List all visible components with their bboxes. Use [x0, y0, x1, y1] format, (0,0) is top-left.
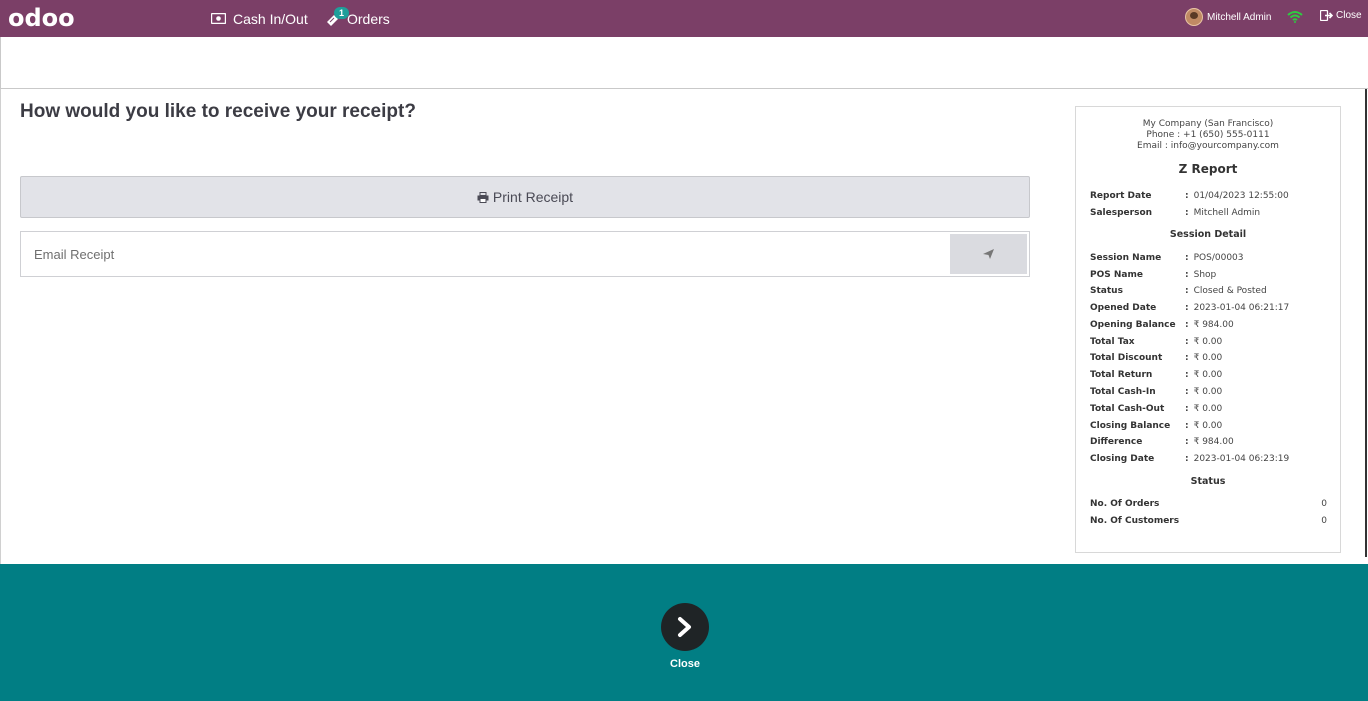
row-label: Total Cash-Out [1090, 404, 1165, 414]
print-receipt-label: Print Receipt [492, 189, 574, 205]
orders-button[interactable]: 1 Orders [325, 0, 390, 37]
session-row: Closing Date 2023-01-04 06:23:19 [1090, 454, 1330, 468]
send-email-button[interactable] [950, 234, 1027, 274]
close-button-label: Close [670, 658, 700, 670]
row-value: Closed & Posted [1185, 286, 1267, 296]
company-phone: Phone : +1 (650) 555-0111 [1146, 130, 1270, 140]
row-value: ₹ 0.00 [1185, 387, 1223, 397]
row-label: No. Of Customers [1090, 516, 1180, 526]
orders-count-badge: 1 [334, 7, 350, 19]
session-row: POS Name Shop [1090, 270, 1330, 284]
row-label: Total Tax [1090, 337, 1135, 347]
paper-plane-icon [983, 249, 994, 259]
session-row: Total Return ₹ 0.00 [1090, 370, 1330, 384]
row-value: 2023-01-04 06:23:19 [1185, 454, 1290, 464]
status-row: No. Of Customers 0 [1090, 516, 1330, 530]
money-icon [211, 13, 226, 24]
session-row: Total Discount ₹ 0.00 [1090, 353, 1330, 367]
chevron-right-icon [678, 617, 691, 637]
salesperson-row: Salesperson Mitchell Admin [1090, 208, 1330, 222]
row-label: POS Name [1090, 270, 1143, 280]
sign-out-icon [1320, 10, 1333, 21]
session-row: Total Cash-In ₹ 0.00 [1090, 387, 1330, 401]
session-row: Total Tax ₹ 0.00 [1090, 337, 1330, 351]
top-navbar: odoo Cash In/Out 1 Orders Mitchell Admin… [0, 0, 1368, 37]
user-name: Mitchell Admin [1207, 11, 1272, 23]
row-value: 0 [1321, 516, 1327, 526]
report-date-row: Report Date 01/04/2023 12:55:00 [1090, 191, 1330, 205]
wifi-icon [1287, 11, 1303, 23]
row-value: ₹ 0.00 [1185, 370, 1223, 380]
row-value: 01/04/2023 12:55:00 [1185, 191, 1289, 201]
row-value: ₹ 0.00 [1185, 337, 1223, 347]
row-value: ₹ 984.00 [1185, 320, 1234, 330]
cash-in-out-label: Cash In/Out [233, 10, 308, 27]
row-label: Total Discount [1090, 353, 1163, 363]
row-value: Shop [1185, 270, 1217, 280]
report-title: Z Report [1178, 162, 1238, 176]
row-label: Session Name [1090, 253, 1162, 263]
row-label: Closing Date [1090, 454, 1155, 464]
receipt-question: How would you like to receive your recei… [20, 101, 416, 122]
row-label: Closing Balance [1090, 421, 1171, 431]
session-row: Closing Balance ₹ 0.00 [1090, 421, 1330, 435]
session-row: Total Cash-Out ₹ 0.00 [1090, 404, 1330, 418]
email-receipt-input[interactable] [21, 232, 949, 276]
row-value: ₹ 0.00 [1185, 421, 1223, 431]
row-label: Opening Balance [1090, 320, 1176, 330]
row-label: Opened Date [1090, 303, 1157, 313]
session-row: Status Closed & Posted [1090, 286, 1330, 300]
row-label: Salesperson [1090, 208, 1153, 218]
scrollbar-edge [1365, 89, 1367, 557]
session-row: Opening Balance ₹ 984.00 [1090, 320, 1330, 334]
close-session-button[interactable]: Close [1320, 10, 1362, 21]
orders-label: Orders [347, 10, 390, 27]
row-label: Status [1090, 286, 1123, 296]
row-value: POS/00003 [1185, 253, 1244, 263]
row-value: ₹ 0.00 [1185, 404, 1223, 414]
session-row: Session Name POS/00003 [1090, 253, 1330, 267]
row-value: 2023-01-04 06:21:17 [1185, 303, 1290, 313]
row-label: Total Return [1090, 370, 1153, 380]
avatar [1185, 8, 1203, 26]
print-receipt-button[interactable]: Print Receipt [20, 176, 1030, 218]
close-label: Close [1336, 10, 1362, 21]
status-heading: Status [1190, 476, 1226, 487]
session-row: Difference ₹ 984.00 [1090, 437, 1330, 451]
status-row: No. Of Orders 0 [1090, 499, 1330, 513]
close-button[interactable] [661, 603, 709, 651]
row-label: Total Cash-In [1090, 387, 1156, 397]
session-row: Opened Date 2023-01-04 06:21:17 [1090, 303, 1330, 317]
action-bar [0, 37, 1368, 89]
company-name: My Company (San Francisco) [1142, 119, 1274, 129]
email-receipt-group [20, 231, 1030, 277]
user-menu[interactable]: Mitchell Admin [1185, 8, 1271, 26]
z-report-receipt: My Company (San Francisco) Phone : +1 (6… [1075, 106, 1341, 553]
row-value: 0 [1321, 499, 1327, 509]
row-value: ₹ 984.00 [1185, 437, 1234, 447]
row-label: Difference [1090, 437, 1143, 447]
row-value: Mitchell Admin [1185, 208, 1261, 218]
printer-icon [477, 191, 489, 203]
row-label: Report Date [1090, 191, 1152, 201]
row-value: ₹ 0.00 [1185, 353, 1223, 363]
company-email: Email : info@yourcompany.com [1137, 141, 1279, 151]
session-detail-heading: Session Detail [1169, 229, 1247, 240]
row-label: No. Of Orders [1090, 499, 1160, 509]
cash-in-out-button[interactable]: Cash In/Out [211, 0, 308, 37]
odoo-logo: odoo [8, 4, 75, 32]
